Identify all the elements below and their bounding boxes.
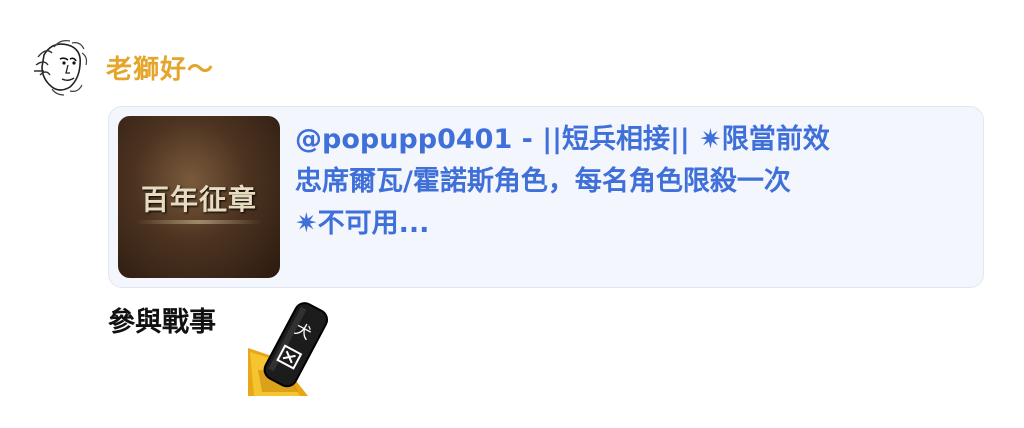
link-preview-line-1: @popupp0401 - ||短兵相接|| ✷限當前效 [295, 124, 830, 155]
link-preview-line-3: ✷不可用... [295, 208, 430, 239]
dagger-sticker-icon[interactable]: 犬 [248, 300, 340, 396]
link-preview-line-2: 忠席爾瓦/霍諾斯角色，每名角色限殺一次 [295, 166, 791, 197]
thumbnail-title: 百年征章 [140, 183, 257, 216]
message-header: 老獅好～ [30, 32, 214, 102]
username[interactable]: 老獅好～ [106, 49, 214, 86]
user-avatar[interactable] [30, 35, 94, 99]
message-body-text: 參與戰事 [108, 307, 216, 338]
link-preview-thumbnail[interactable]: 百年征章 [118, 116, 280, 278]
link-preview-text[interactable]: @popupp0401 - ||短兵相接|| ✷限當前效 忠席爾瓦/霍諾斯角色，… [295, 119, 965, 245]
link-preview-card[interactable]: 百年征章 @popupp0401 - ||短兵相接|| ✷限當前效 忠席爾瓦/霍… [108, 106, 984, 288]
sketch-portrait-icon [30, 35, 94, 99]
thumbnail-subtitle-decoration [136, 220, 262, 224]
